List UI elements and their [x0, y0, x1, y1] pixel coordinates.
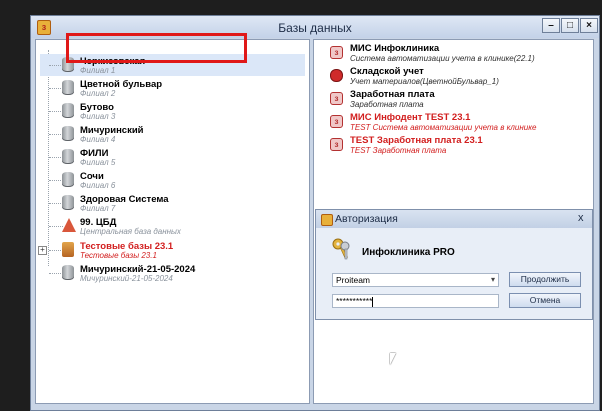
database-icon [62, 103, 74, 118]
tree-connector [49, 203, 63, 204]
dialog-close-button[interactable]: x [578, 212, 584, 224]
module-name: Заработная плата [350, 89, 435, 100]
tree-item-database[interactable]: Цветной бульвар Филиал 2 [40, 77, 305, 99]
module-subtitle: TEST Система автоматизации учета в клини… [350, 123, 537, 132]
module-subtitle: TEST Заработная плата [350, 146, 447, 155]
tree-item-database[interactable]: Сочи Филиал 6 [40, 169, 305, 191]
tree-item-database[interactable]: 99. ЦБД Центральная база данных [40, 215, 305, 237]
books-icon [62, 242, 74, 257]
tree-connector [49, 111, 63, 112]
tree-connector [49, 273, 63, 274]
auth-dialog: Авторизация x Инфоклиника PRO Proiteam ▾… [315, 209, 593, 320]
expand-toggle[interactable]: + [38, 246, 47, 255]
tree-item-database[interactable]: ФИЛИ Филиал 5 [40, 146, 305, 168]
tree-item-database[interactable]: Здоровая Система Филиал 7 [40, 192, 305, 214]
keys-icon [332, 238, 350, 260]
tree-connector [49, 88, 63, 89]
maximize-button[interactable]: □ [561, 18, 579, 33]
database-icon [62, 149, 74, 164]
database-icon [62, 80, 74, 95]
database-subtitle: Филиал 7 [80, 204, 116, 213]
tree-item-database[interactable]: Мичуринский-21-05-2024 Мичуринский-21-05-… [40, 262, 305, 284]
module-subtitle: Заработная плата [350, 100, 424, 109]
database-subtitle: Филиал 2 [80, 89, 116, 98]
module-item[interactable]: Складской учет Учет материалов(ЦветнойБул… [320, 65, 590, 89]
tree-connector [49, 134, 63, 135]
cancel-button[interactable]: Отмена [509, 293, 581, 308]
auth-dialog-titlebar[interactable]: Авторизация x [316, 210, 592, 228]
database-icon [62, 126, 74, 141]
database-icon [62, 265, 74, 280]
tree-connector [49, 250, 63, 251]
module-item[interactable]: з МИС Инфодент TEST 23.1 TEST Система авто… [320, 111, 590, 135]
database-subtitle: Центральная база данных [80, 227, 181, 236]
dialog-app-icon [321, 214, 333, 226]
database-tree-panel: Черкизовская Филиал 1 Цветной бульвар Филиа… [35, 39, 310, 404]
text-cursor [372, 296, 374, 307]
module-name: Складской учет [350, 66, 424, 77]
database-subtitle: Филиал 5 [80, 158, 116, 167]
username-select[interactable]: Proiteam ▾ [332, 273, 499, 287]
mouse-cursor-icon [390, 353, 400, 365]
chevron-down-icon[interactable]: ▾ [491, 274, 495, 286]
tree-item-database[interactable]: Мичуринский Филиал 4 [40, 123, 305, 145]
password-mask: *********** [336, 296, 373, 306]
module-item[interactable]: з Заработная плата Заработная плата [320, 88, 590, 112]
tree-connector [49, 157, 63, 158]
tree-connector [49, 226, 63, 227]
app-icon: з [330, 92, 343, 105]
app-icon: з [330, 46, 343, 59]
app-icon: з [330, 115, 343, 128]
tree-item-database[interactable]: + Тестовые базы 23.1 Тестовые базы 23.1 [38, 239, 305, 261]
username-value: Proiteam [336, 275, 371, 285]
server-icon [62, 218, 76, 232]
module-subtitle: Система автоматизации учета в клинике(22… [350, 54, 535, 63]
module-name: МИС Инфодент TEST 23.1 [350, 112, 471, 123]
continue-button[interactable]: Продолжить [509, 272, 581, 287]
database-icon [62, 195, 74, 210]
tree-item-database[interactable]: Бутово Филиал 3 [40, 100, 305, 122]
module-item[interactable]: з TEST Заработная плата 23.1 TEST Заработн… [320, 134, 590, 158]
product-name: Инфоклиника PRO [362, 247, 455, 258]
database-subtitle: Филиал 3 [80, 112, 116, 121]
tree-connector [49, 65, 63, 66]
database-subtitle: Мичуринский-21-05-2024 [80, 274, 173, 283]
auth-dialog-title: Авторизация [335, 213, 398, 225]
database-subtitle: Филиал 1 [80, 66, 116, 75]
module-name: МИС Инфоклиника [350, 43, 440, 54]
database-subtitle: Филиал 6 [80, 181, 116, 190]
module-name: TEST Заработная плата 23.1 [350, 135, 483, 146]
minimize-button[interactable]: – [542, 18, 560, 33]
tree-connector [49, 180, 63, 181]
app-icon: з [330, 138, 343, 151]
stock-icon [330, 69, 343, 82]
password-field[interactable]: *********** [332, 294, 499, 308]
module-subtitle: Учет материалов(ЦветнойБульвар_1) [350, 77, 499, 86]
database-subtitle: Тестовые базы 23.1 [80, 251, 157, 260]
highlight-annotation-box [66, 33, 247, 63]
database-subtitle: Филиал 4 [80, 135, 116, 144]
close-button[interactable]: × [580, 18, 598, 33]
module-item[interactable]: з МИС Инфоклиника Система автоматизации уч… [320, 42, 590, 66]
database-icon [62, 172, 74, 187]
